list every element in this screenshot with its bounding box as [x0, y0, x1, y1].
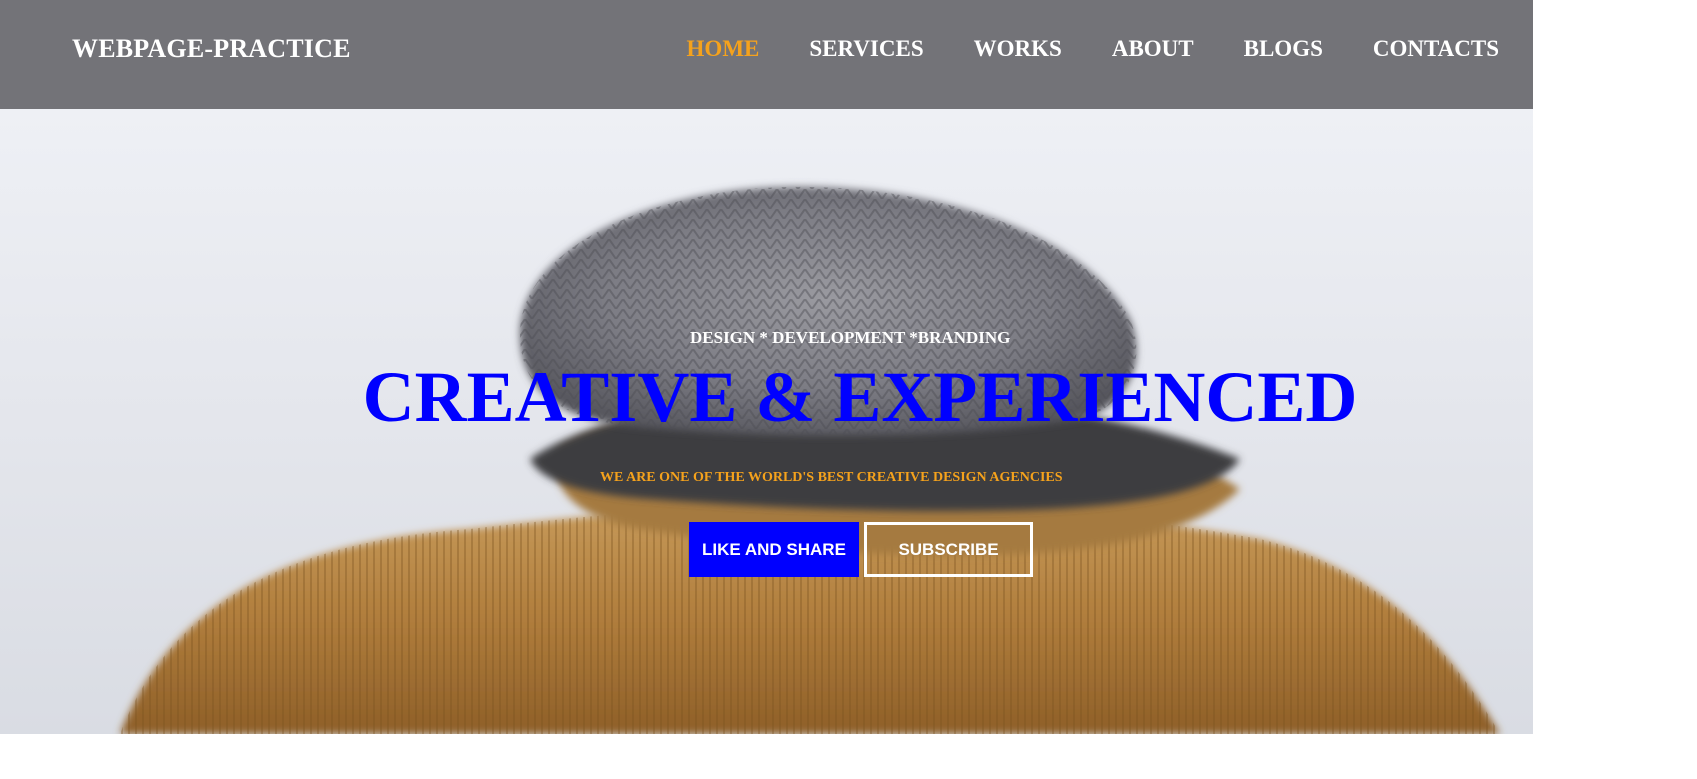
- nav-item-home[interactable]: HOME: [687, 36, 760, 62]
- hero-headline: CREATIVE & EXPERIENCED: [362, 357, 1358, 437]
- nav-item-blogs[interactable]: BLOGS: [1244, 36, 1323, 62]
- nav-item-about[interactable]: ABOUT: [1112, 36, 1194, 62]
- nav-item-contacts[interactable]: CONTACTS: [1373, 36, 1499, 62]
- nav-item-services[interactable]: SERVICES: [809, 36, 923, 62]
- hero-subline: WE ARE ONE OF THE WORLD'S BEST CREATIVE …: [600, 470, 1063, 485]
- hero-tagline: DESIGN * DEVELOPMENT *BRANDING: [690, 328, 1011, 347]
- like-and-share-button[interactable]: LIKE AND SHARE: [689, 522, 859, 577]
- nav-item-works[interactable]: WORKS: [974, 36, 1062, 62]
- page: WEBPAGE-PRACTICE HOME SERVICES WORKS ABO…: [0, 0, 1697, 779]
- site-logo[interactable]: WEBPAGE-PRACTICE: [72, 34, 351, 64]
- site-header: WEBPAGE-PRACTICE HOME SERVICES WORKS ABO…: [0, 0, 1533, 109]
- main-nav: HOME SERVICES WORKS ABOUT BLOGS CONTACTS: [687, 36, 1499, 62]
- hero-content: DESIGN * DEVELOPMENT *BRANDING CREATIVE …: [0, 109, 1533, 734]
- hero-section: DESIGN * DEVELOPMENT *BRANDING CREATIVE …: [0, 109, 1533, 734]
- subscribe-button[interactable]: SUBSCRIBE: [864, 522, 1033, 577]
